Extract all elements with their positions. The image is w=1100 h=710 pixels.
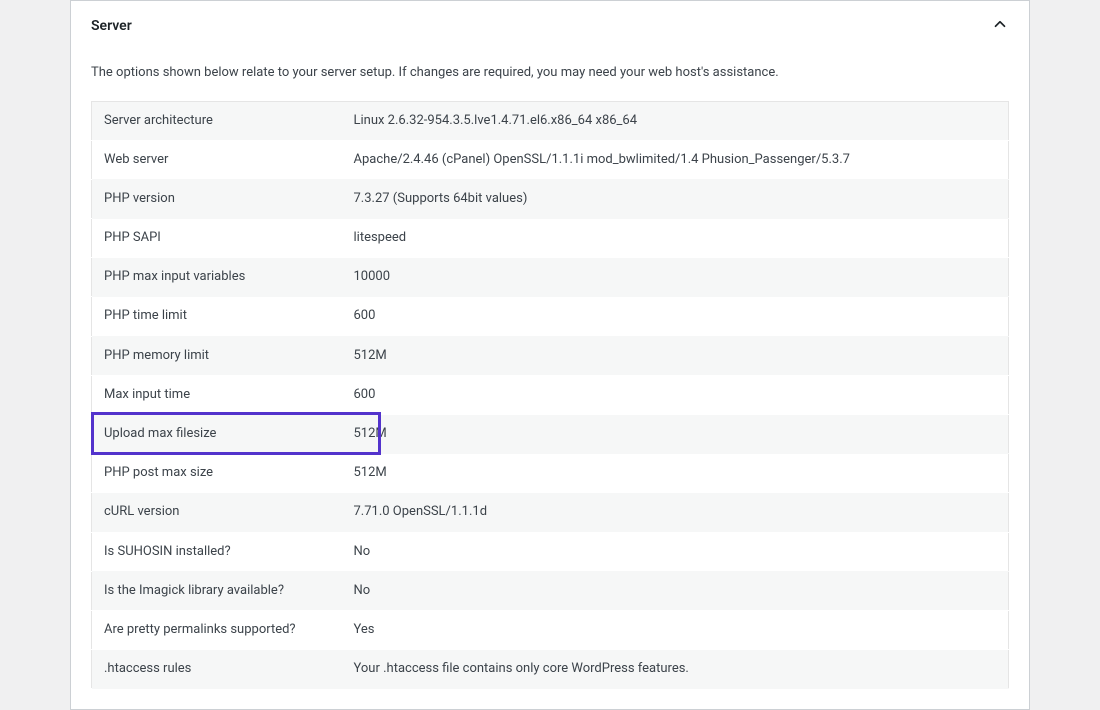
- row-label: .htaccess rules: [92, 650, 342, 689]
- row-label: Is SUHOSIN installed?: [92, 532, 342, 571]
- row-label: PHP time limit: [92, 297, 342, 336]
- row-label: PHP max input variables: [92, 258, 342, 297]
- row-value: No: [342, 532, 1009, 571]
- table-row: .htaccess rulesYour .htaccess file conta…: [92, 650, 1009, 689]
- table-row: Upload max filesize512M: [92, 415, 1009, 454]
- server-panel: Server The options shown below relate to…: [70, 0, 1030, 710]
- row-label: Server architecture: [92, 101, 342, 140]
- row-label: cURL version: [92, 493, 342, 532]
- panel-header[interactable]: Server: [71, 1, 1029, 49]
- table-row: PHP memory limit512M: [92, 336, 1009, 375]
- panel-body: The options shown below relate to your s…: [71, 63, 1029, 709]
- table-row: Is the Imagick library available?No: [92, 571, 1009, 610]
- table-row: Is SUHOSIN installed?No: [92, 532, 1009, 571]
- table-row: PHP version7.3.27 (Supports 64bit values…: [92, 179, 1009, 218]
- table-row: cURL version7.71.0 OpenSSL/1.1.1d: [92, 493, 1009, 532]
- row-label: PHP version: [92, 179, 342, 218]
- row-label: PHP SAPI: [92, 219, 342, 258]
- row-label: Are pretty permalinks supported?: [92, 610, 342, 649]
- panel-description: The options shown below relate to your s…: [91, 63, 1009, 83]
- table-row: PHP post max size512M: [92, 454, 1009, 493]
- table-row: Are pretty permalinks supported?Yes: [92, 610, 1009, 649]
- table-row: Server architectureLinux 2.6.32-954.3.5.…: [92, 101, 1009, 140]
- table-row: PHP max input variables10000: [92, 258, 1009, 297]
- row-value: No: [342, 571, 1009, 610]
- row-value: litespeed: [342, 219, 1009, 258]
- table-row: PHP time limit600: [92, 297, 1009, 336]
- row-value: 10000: [342, 258, 1009, 297]
- row-value: 512M: [342, 454, 1009, 493]
- chevron-up-icon: [991, 15, 1009, 37]
- row-value: Apache/2.4.46 (cPanel) OpenSSL/1.1.1i mo…: [342, 140, 1009, 179]
- row-value: 512M: [342, 415, 1009, 454]
- server-info-table: Server architectureLinux 2.6.32-954.3.5.…: [91, 101, 1009, 690]
- row-value: 600: [342, 297, 1009, 336]
- row-value: Linux 2.6.32-954.3.5.lve1.4.71.el6.x86_6…: [342, 101, 1009, 140]
- row-value: Your .htaccess file contains only core W…: [342, 650, 1009, 689]
- row-label: PHP post max size: [92, 454, 342, 493]
- collapse-toggle[interactable]: [991, 15, 1009, 37]
- panel-title: Server: [91, 18, 132, 34]
- row-value: 600: [342, 375, 1009, 414]
- row-label: Upload max filesize: [92, 415, 342, 454]
- row-label: Is the Imagick library available?: [92, 571, 342, 610]
- row-value: 7.3.27 (Supports 64bit values): [342, 179, 1009, 218]
- row-value: Yes: [342, 610, 1009, 649]
- table-row: Max input time600: [92, 375, 1009, 414]
- row-label: PHP memory limit: [92, 336, 342, 375]
- table-container: Server architectureLinux 2.6.32-954.3.5.…: [91, 101, 1009, 690]
- row-value: 7.71.0 OpenSSL/1.1.1d: [342, 493, 1009, 532]
- row-label: Web server: [92, 140, 342, 179]
- table-row: PHP SAPIlitespeed: [92, 219, 1009, 258]
- row-value: 512M: [342, 336, 1009, 375]
- row-label: Max input time: [92, 375, 342, 414]
- table-row: Web serverApache/2.4.46 (cPanel) OpenSSL…: [92, 140, 1009, 179]
